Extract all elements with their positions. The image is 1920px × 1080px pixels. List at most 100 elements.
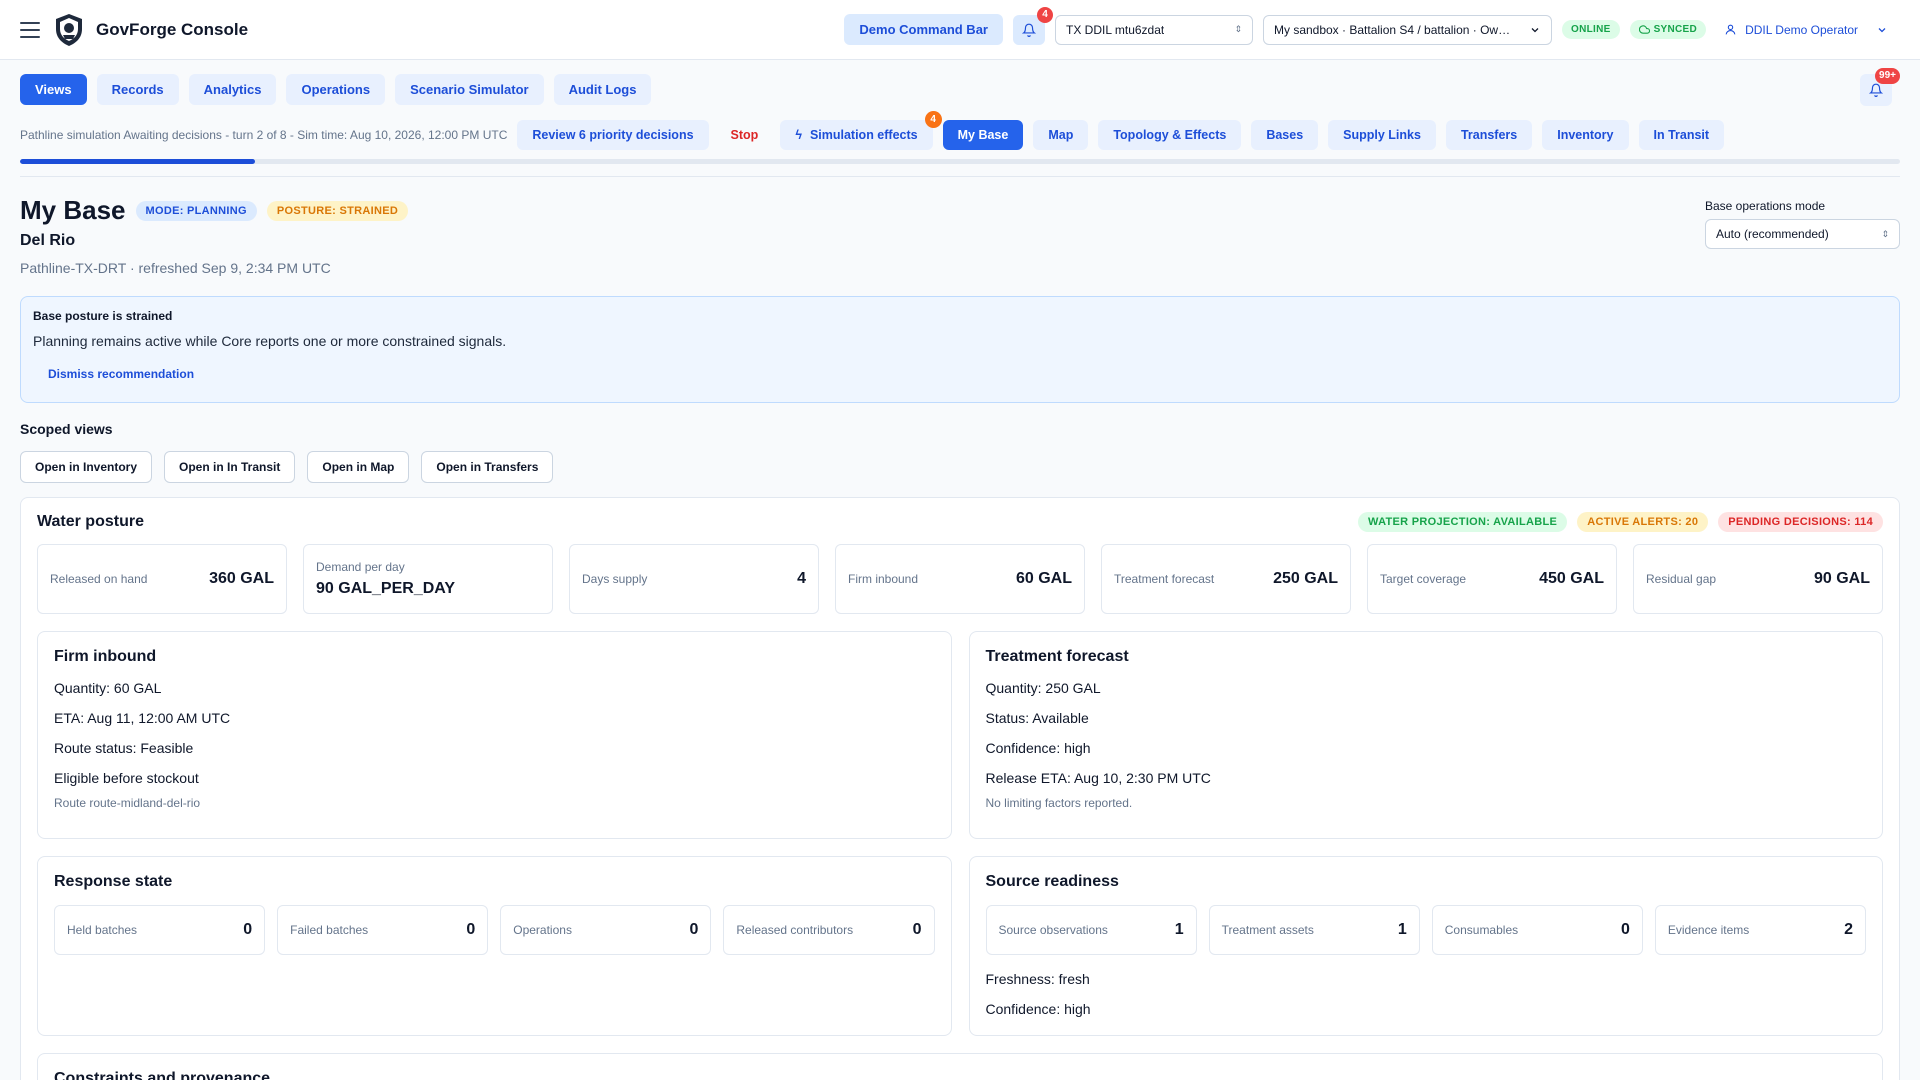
- tab-map[interactable]: Map: [1033, 120, 1089, 150]
- detail-line: Release ETA: Aug 10, 2:30 PM UTC: [985, 770, 1211, 786]
- ops-mode-label: Base operations mode: [1705, 199, 1826, 213]
- metric-value: 90 GAL_PER_DAY: [316, 580, 456, 597]
- simulation-effects-button[interactable]: ϟ Simulation effects 4: [780, 111, 942, 150]
- detail-line: ETA: Aug 11, 12:00 AM UTC: [54, 710, 231, 726]
- freshness-line: Freshness: fresh: [985, 971, 1090, 987]
- posture-badge: POSTURE: STRAINED: [266, 200, 409, 221]
- bell-icon: [1021, 23, 1036, 37]
- open-in-inventory-button[interactable]: Open in Inventory: [20, 451, 153, 483]
- shield-logo-icon: [56, 13, 82, 46]
- confidence-line: Confidence: high: [985, 1001, 1091, 1017]
- open-in-transfers-button[interactable]: Open in Transfers: [421, 451, 554, 483]
- limiting-factors-note: No limiting factors reported.: [985, 796, 1133, 810]
- metric-value: 360 GAL: [209, 570, 274, 587]
- stop-simulation-button[interactable]: Stop: [719, 120, 771, 150]
- updown-icon: ⇕: [1881, 228, 1889, 239]
- water-posture-card: Water posture WATER PROJECTION: AVAILABL…: [20, 497, 1900, 1080]
- active-alerts-badge: ACTIVE ALERTS: 20: [1577, 512, 1709, 532]
- tab-audit-logs[interactable]: Audit Logs: [553, 73, 652, 105]
- user-icon: [1725, 24, 1736, 35]
- open-in-map-button[interactable]: Open in Map: [307, 451, 410, 483]
- response-operations: Operations 0: [500, 905, 712, 955]
- review-decisions-button[interactable]: Review 6 priority decisions: [517, 120, 709, 150]
- updown-icon: ⇕: [1234, 24, 1242, 34]
- detail-line: Eligible before stockout: [54, 770, 199, 786]
- tab-topology-effects[interactable]: Topology & Effects: [1098, 120, 1242, 150]
- tab-scenario-simulator[interactable]: Scenario Simulator: [395, 73, 544, 105]
- simulation-effects-label: Simulation effects: [809, 128, 918, 142]
- synced-label: SYNCED: [1653, 24, 1698, 35]
- simulation-status: Pathline simulation Awaiting decisions -…: [20, 128, 508, 142]
- synced-badge: SYNCED: [1629, 20, 1707, 39]
- chevron-down-icon: [1878, 27, 1886, 32]
- scoped-views-title: Scoped views: [20, 421, 113, 437]
- source-readiness-panel: Source readiness Source observations 1 T…: [968, 856, 1883, 1036]
- tenant-select[interactable]: TX DDIL mtu6zdat ⇕: [1054, 14, 1253, 45]
- ops-mode-select[interactable]: Auto (recommended) ⇕: [1705, 219, 1900, 249]
- command-bar-button[interactable]: Demo Command Bar: [844, 14, 1003, 45]
- metric-residual-gap: Residual gap 90 GAL: [1633, 544, 1883, 614]
- bolt-icon: ϟ: [795, 128, 802, 142]
- metric-value: 250 GAL: [1273, 570, 1338, 587]
- metric-value: 60 GAL: [1015, 570, 1072, 587]
- metric-value: 90 GAL: [1813, 570, 1870, 587]
- tab-views[interactable]: Views: [20, 73, 87, 105]
- tab-analytics[interactable]: Analytics: [188, 73, 277, 105]
- notifications-button[interactable]: 4: [1012, 6, 1053, 45]
- response-held-batches: Held batches 0: [54, 905, 266, 955]
- metric-target-coverage: Target coverage 450 GAL: [1367, 544, 1617, 614]
- metric-value: 450 GAL: [1539, 570, 1604, 587]
- page-title: My Base: [20, 195, 126, 225]
- panel-title: Firm inbound: [54, 648, 157, 665]
- pending-decisions-badge: PENDING DECISIONS: 114: [1718, 512, 1883, 532]
- firm-inbound-panel: Firm inbound Quantity: 60 GAL ETA: Aug 1…: [37, 631, 952, 839]
- metric-released-on-hand: Released on hand 360 GAL: [37, 544, 287, 614]
- simulation-bar: Pathline simulation Awaiting decisions -…: [0, 111, 1920, 152]
- tab-transfers[interactable]: Transfers: [1445, 120, 1533, 150]
- primary-nav: Views Records Analytics Operations Scena…: [0, 60, 1920, 118]
- tab-bases[interactable]: Bases: [1251, 120, 1319, 150]
- metric-label: Demand per day: [316, 560, 405, 574]
- alerts-button[interactable]: 99+: [1860, 68, 1900, 106]
- sandbox-select[interactable]: My sandbox · Battalion S4 / battalion · …: [1262, 14, 1552, 45]
- metric-label: Consumables: [1444, 923, 1519, 937]
- metric-demand-per-day: Demand per day 90 GAL_PER_DAY: [303, 544, 553, 614]
- response-released-contributors: Released contributors 0: [723, 905, 935, 955]
- posture-alert: Base posture is strained Planning remain…: [20, 296, 1900, 403]
- ops-mode-control: Base operations mode Auto (recommended) …: [1705, 199, 1900, 249]
- water-metrics: Released on hand 360 GAL Demand per day …: [37, 544, 1883, 614]
- tab-my-base[interactable]: My Base: [942, 120, 1024, 150]
- panel-title: Treatment forecast: [985, 648, 1129, 665]
- dismiss-recommendation-link[interactable]: Dismiss recommendation: [48, 367, 194, 381]
- metric-value: 1: [1397, 921, 1407, 938]
- tab-records[interactable]: Records: [96, 73, 179, 105]
- simulation-progress: [20, 159, 1900, 164]
- metric-value: 4: [797, 570, 806, 587]
- water-projection-badge: WATER PROJECTION: AVAILABLE: [1358, 512, 1568, 532]
- refresh-info: Pathline-TX-DRT · refreshed Sep 9, 2:34 …: [20, 260, 331, 276]
- open-in-in-transit-button[interactable]: Open in In Transit: [164, 451, 296, 483]
- panel-title: Source readiness: [985, 873, 1119, 890]
- tab-supply-links[interactable]: Supply Links: [1328, 120, 1436, 150]
- tab-operations[interactable]: Operations: [286, 73, 386, 105]
- metric-label: Days supply: [582, 572, 648, 586]
- metric-label: Evidence items: [1667, 923, 1750, 937]
- panel-title: Constraints and provenance: [54, 1070, 271, 1080]
- ops-mode-value: Auto (recommended): [1716, 227, 1829, 241]
- scoped-views: Scoped views Open in Inventory Open in I…: [0, 421, 1920, 483]
- online-badge: ONLINE: [1561, 20, 1620, 39]
- source-evidence-items: Evidence items 2: [1654, 905, 1866, 955]
- tab-inventory[interactable]: Inventory: [1542, 120, 1629, 150]
- menu-icon[interactable]: [20, 21, 40, 38]
- detail-line: Confidence: high: [985, 740, 1091, 756]
- detail-line: Quantity: 60 GAL: [54, 680, 162, 696]
- chevron-down-icon: [1531, 27, 1539, 32]
- metric-value: 0: [1620, 921, 1630, 938]
- alert-body: Planning remains active while Core repor…: [33, 333, 507, 349]
- metric-treatment-forecast: Treatment forecast 250 GAL: [1101, 544, 1351, 614]
- metric-label: Target coverage: [1380, 572, 1467, 586]
- user-menu[interactable]: DDIL Demo Operator: [1724, 23, 1900, 37]
- source-consumables: Consumables 0: [1431, 905, 1643, 955]
- top-bar: GovForge Console Demo Command Bar 4 TX D…: [0, 0, 1920, 60]
- tab-in-transit[interactable]: In Transit: [1638, 120, 1725, 150]
